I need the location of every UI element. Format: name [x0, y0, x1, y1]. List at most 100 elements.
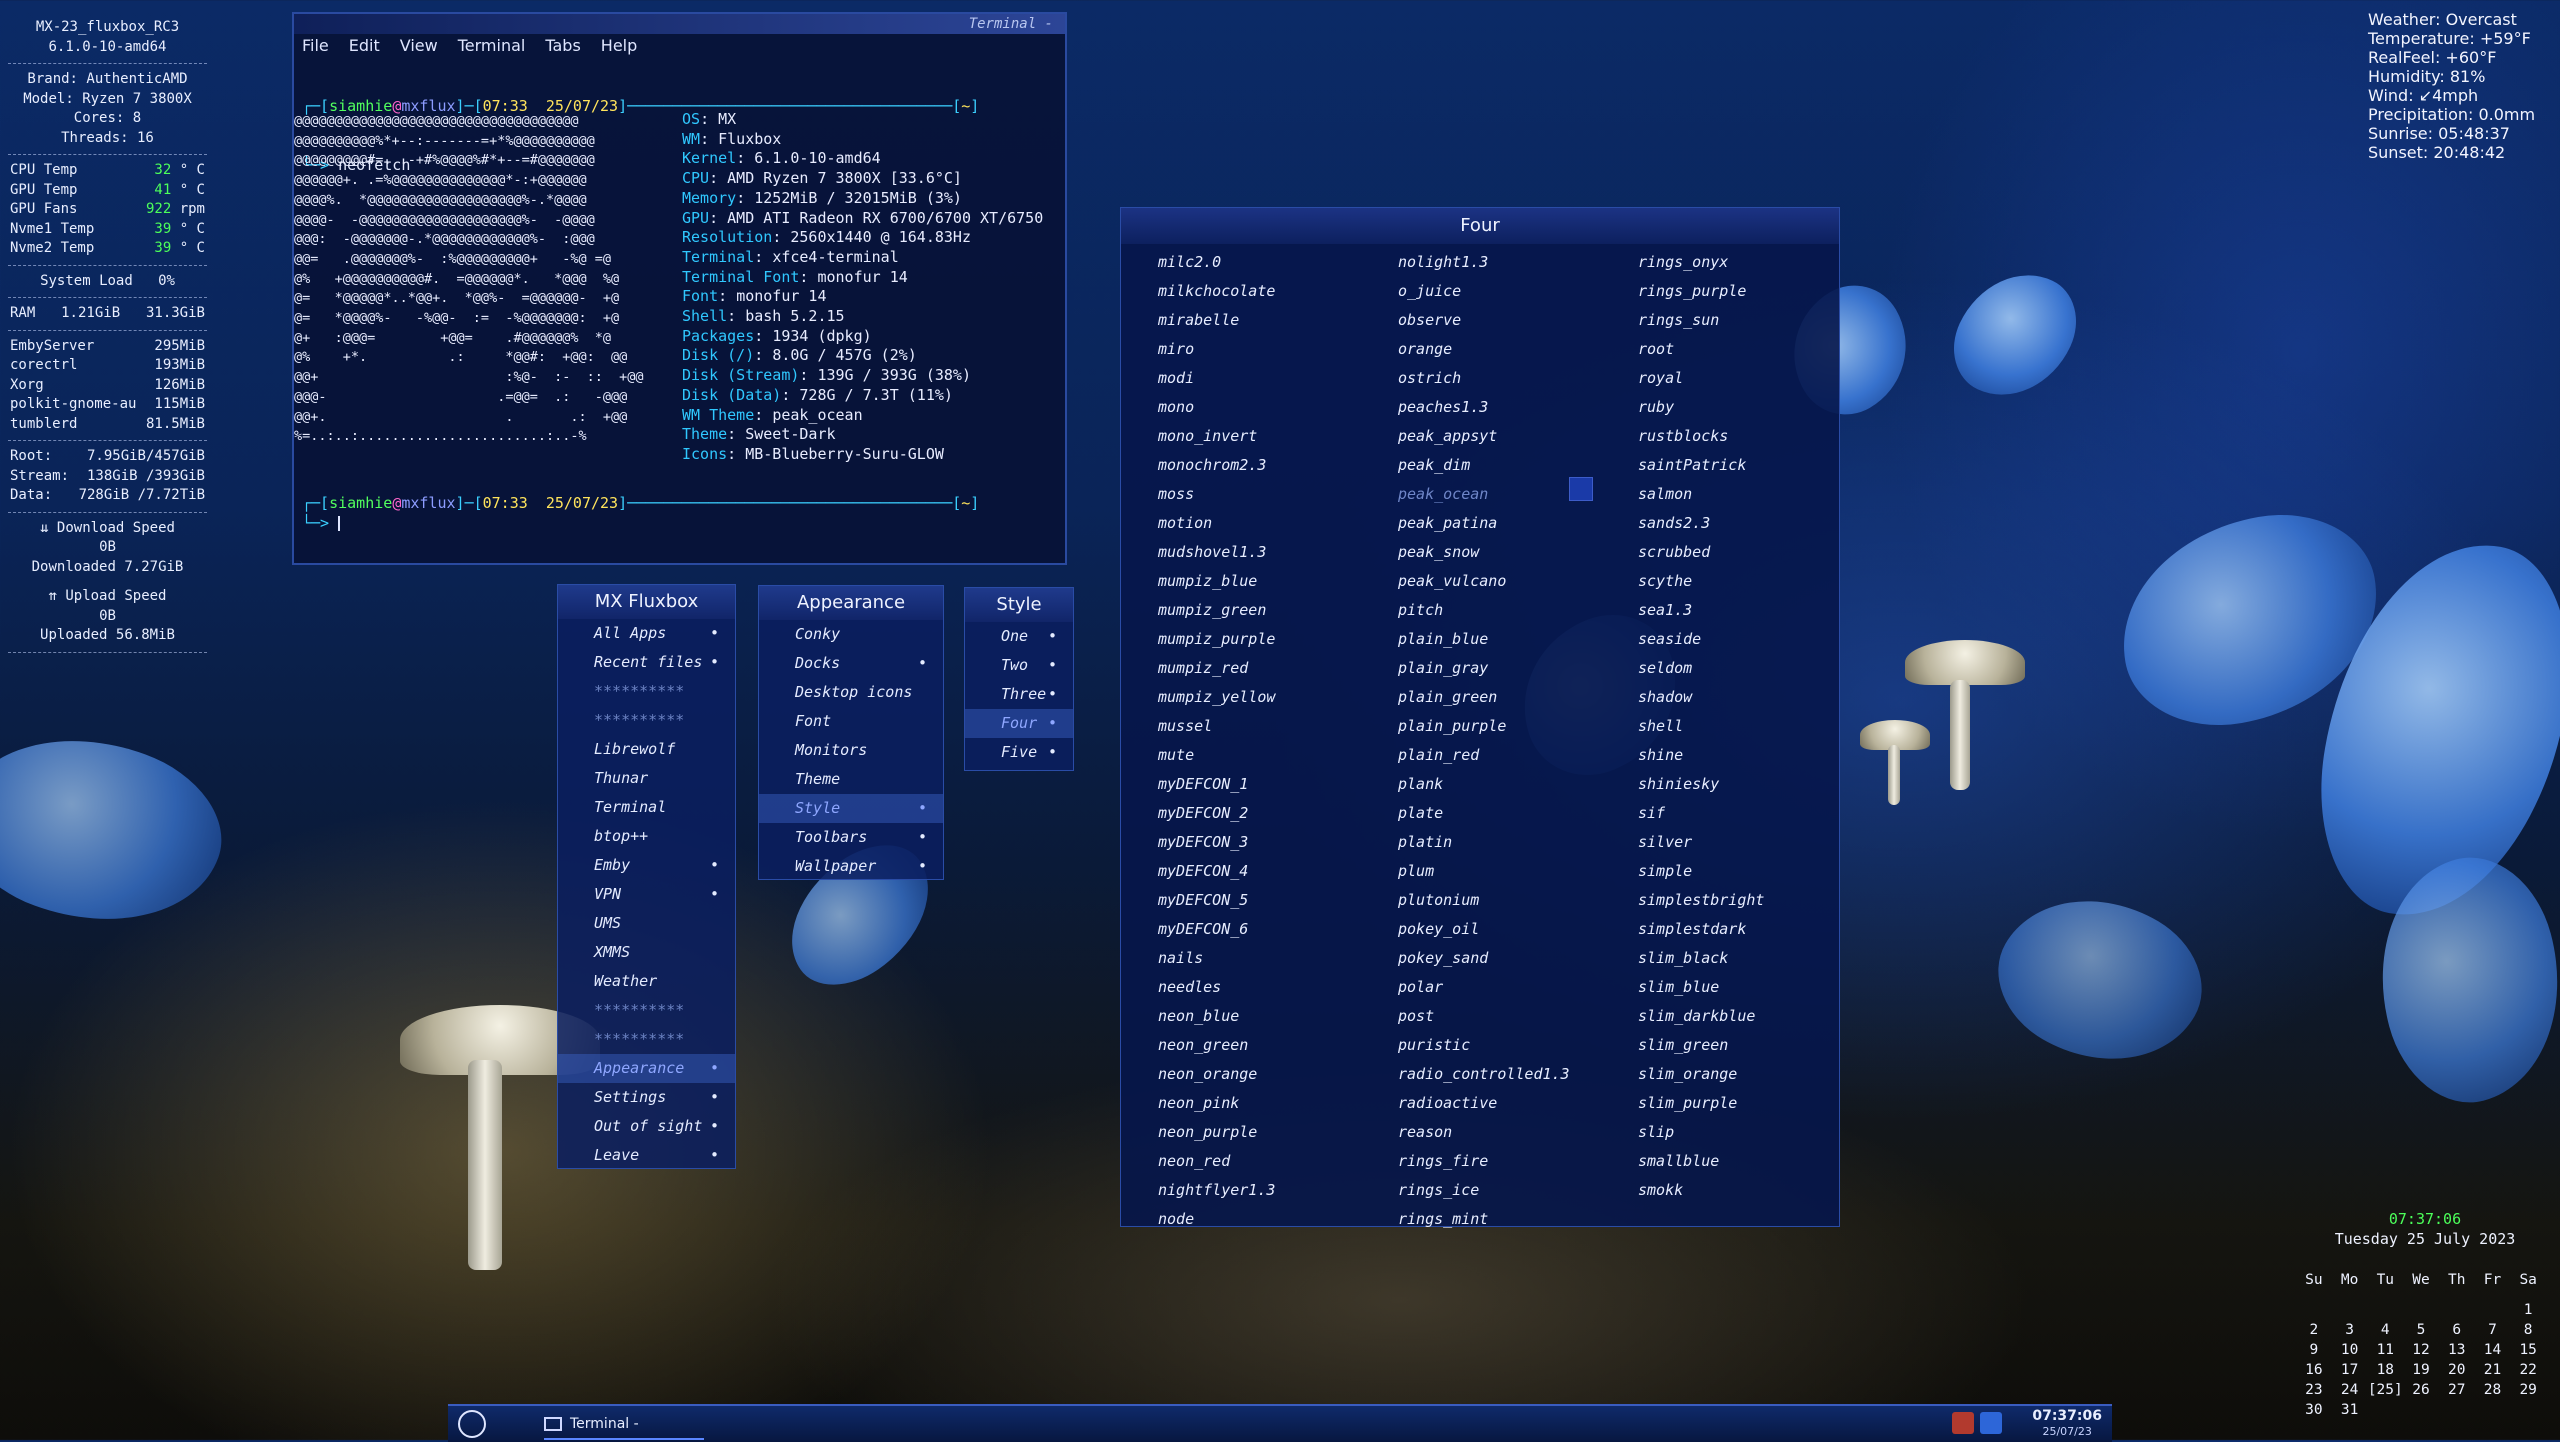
style-option[interactable]: neon_green — [1158, 1031, 1398, 1060]
style-option[interactable]: peak_patina — [1398, 509, 1638, 538]
menu-item[interactable]: Leave — [558, 1141, 735, 1170]
style-option[interactable]: peak_vulcano — [1398, 567, 1638, 596]
menu-item[interactable]: Desktop icons — [759, 678, 943, 707]
style-option[interactable]: simplestbright — [1638, 886, 1878, 915]
style-option[interactable]: myDEFCON_3 — [1158, 828, 1398, 857]
style-option[interactable]: plate — [1398, 799, 1638, 828]
style-option[interactable]: mono_invert — [1158, 422, 1398, 451]
menu-item[interactable]: ********** — [558, 706, 735, 735]
style-option[interactable]: node — [1158, 1205, 1398, 1234]
style-option[interactable]: myDEFCON_4 — [1158, 857, 1398, 886]
style-option[interactable]: rings_sun — [1638, 306, 1878, 335]
style-option[interactable]: myDEFCON_5 — [1158, 886, 1398, 915]
style-option[interactable]: plain_gray — [1398, 654, 1638, 683]
style-option[interactable]: plain_blue — [1398, 625, 1638, 654]
menu-terminal[interactable]: Terminal — [458, 34, 526, 58]
style-option[interactable]: modi — [1158, 364, 1398, 393]
menu-item[interactable]: Three — [965, 680, 1073, 709]
style-option[interactable]: mumpiz_red — [1158, 654, 1398, 683]
style-option[interactable]: pitch — [1398, 596, 1638, 625]
style-option[interactable]: rings_purple — [1638, 277, 1878, 306]
style-option[interactable]: mudshovel1.3 — [1158, 538, 1398, 567]
style-option[interactable]: neon_blue — [1158, 1002, 1398, 1031]
terminal-titlebar[interactable]: Terminal - — [294, 14, 1065, 34]
style-option[interactable]: smokk — [1638, 1176, 1878, 1205]
menu-item[interactable]: Style — [759, 794, 943, 823]
style-option[interactable]: milkchocolate — [1158, 277, 1398, 306]
style-option[interactable]: peak_dim — [1398, 451, 1638, 480]
style-option[interactable]: sea1.3 — [1638, 596, 1878, 625]
style-option[interactable]: miro — [1158, 335, 1398, 364]
style-option[interactable]: mumpiz_blue — [1158, 567, 1398, 596]
menu-item[interactable]: XMMS — [558, 938, 735, 967]
style-option[interactable]: post — [1398, 1002, 1638, 1031]
style-option[interactable]: plain_red — [1398, 741, 1638, 770]
style-option[interactable]: shadow — [1638, 683, 1878, 712]
style-option[interactable]: scrubbed — [1638, 538, 1878, 567]
style-option[interactable]: saintPatrick — [1638, 451, 1878, 480]
menu-item[interactable]: Terminal — [558, 793, 735, 822]
taskbar-clock[interactable]: 07:37:06 25/07/23 — [2032, 1408, 2102, 1440]
terminal-window[interactable]: Terminal - File Edit View Terminal Tabs Help … — [292, 12, 1067, 565]
style-option[interactable]: radio_controlled1.3 — [1398, 1060, 1638, 1089]
style-option[interactable]: monochrom2.3 — [1158, 451, 1398, 480]
style-option[interactable]: royal — [1638, 364, 1878, 393]
style-option[interactable]: slip — [1638, 1118, 1878, 1147]
menu-item[interactable]: Thunar — [558, 764, 735, 793]
style-option[interactable]: peaches1.3 — [1398, 393, 1638, 422]
style-option[interactable]: neon_red — [1158, 1147, 1398, 1176]
style-option[interactable]: mirabelle — [1158, 306, 1398, 335]
input-line[interactable]: └─> — [302, 514, 341, 534]
menu-item[interactable]: Settings — [558, 1083, 735, 1112]
style-option[interactable]: shell — [1638, 712, 1878, 741]
style-option[interactable]: observe — [1398, 306, 1638, 335]
style-option[interactable]: rings_fire — [1398, 1147, 1638, 1176]
menu-item[interactable]: Two — [965, 651, 1073, 680]
style-option[interactable]: seaside — [1638, 625, 1878, 654]
style-option[interactable]: seldom — [1638, 654, 1878, 683]
style-option[interactable]: pokey_oil — [1398, 915, 1638, 944]
style-option[interactable]: shine — [1638, 741, 1878, 770]
menu-item[interactable]: Librewolf — [558, 735, 735, 764]
style-option[interactable]: nolight1.3 — [1398, 248, 1638, 277]
style-option[interactable]: slim_purple — [1638, 1089, 1878, 1118]
style-option[interactable]: neon_orange — [1158, 1060, 1398, 1089]
menu-item[interactable]: UMS — [558, 909, 735, 938]
taskbar-task-terminal[interactable]: Terminal - — [544, 1410, 704, 1440]
style-option[interactable]: platin — [1398, 828, 1638, 857]
style-option[interactable]: reason — [1398, 1118, 1638, 1147]
style-option[interactable]: puristic — [1398, 1031, 1638, 1060]
menu-item[interactable]: Wallpaper — [759, 852, 943, 881]
menu-item[interactable]: Weather — [558, 967, 735, 996]
style-option[interactable]: plain_green — [1398, 683, 1638, 712]
style-option[interactable]: rings_onyx — [1638, 248, 1878, 277]
menu-item[interactable]: ********** — [558, 1025, 735, 1054]
style-option[interactable]: rings_ice — [1398, 1176, 1638, 1205]
style-option[interactable]: plutonium — [1398, 886, 1638, 915]
style-option[interactable]: rings_mint — [1398, 1205, 1638, 1234]
menu-edit[interactable]: Edit — [349, 34, 380, 58]
style-option[interactable]: motion — [1158, 509, 1398, 538]
style-option[interactable]: radioactive — [1398, 1089, 1638, 1118]
style-option[interactable]: myDEFCON_6 — [1158, 915, 1398, 944]
style-option[interactable]: neon_pink — [1158, 1089, 1398, 1118]
menu-item[interactable]: Font — [759, 707, 943, 736]
menu-file[interactable]: File — [302, 34, 329, 58]
menu-item[interactable]: btop++ — [558, 822, 735, 851]
style-option[interactable]: nails — [1158, 944, 1398, 973]
style-option[interactable]: peak_snow — [1398, 538, 1638, 567]
style-option[interactable]: peak_appsyt — [1398, 422, 1638, 451]
style-option[interactable]: smallblue — [1638, 1147, 1878, 1176]
style-option[interactable]: pokey_sand — [1398, 944, 1638, 973]
style-option[interactable]: plum — [1398, 857, 1638, 886]
style-option[interactable]: simple — [1638, 857, 1878, 886]
style-option[interactable]: slim_blue — [1638, 973, 1878, 1002]
style-option[interactable]: mussel — [1158, 712, 1398, 741]
menu-item[interactable]: All Apps — [558, 619, 735, 648]
style-option[interactable]: root — [1638, 335, 1878, 364]
menu-item[interactable]: Recent files — [558, 648, 735, 677]
style-option[interactable]: shiniesky — [1638, 770, 1878, 799]
menu-item[interactable]: Docks — [759, 649, 943, 678]
menu-item[interactable]: One — [965, 622, 1073, 651]
style-option[interactable]: rustblocks — [1638, 422, 1878, 451]
